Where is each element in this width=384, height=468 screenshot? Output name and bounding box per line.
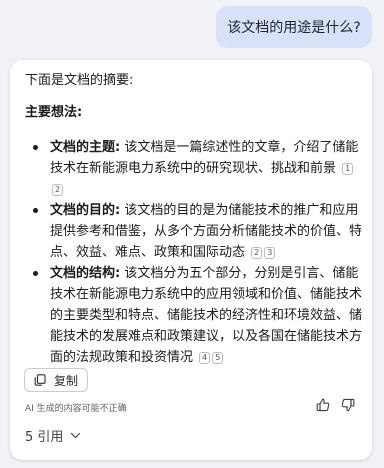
- chevron-down-icon: [71, 432, 81, 439]
- copy-icon: [34, 374, 46, 386]
- answer-heading: 主要想法:: [25, 105, 83, 120]
- bullet-dot: [33, 145, 38, 150]
- citation-marker[interactable]: 3: [264, 247, 276, 259]
- citation-marker[interactable]: 2: [52, 184, 64, 196]
- ai-disclaimer: AI 生成的内容可能不正确: [25, 404, 127, 414]
- summary-item-purpose: 文档的目的: 该文档的目的是为储能技术的推广和应用提供参考和借鉴，从多个方面分析…: [25, 200, 365, 263]
- user-message-text: 该文档的用途是什么?: [227, 20, 361, 36]
- summary-item-topic: 文档的主题: 该文档是一篇综述性的文章，介绍了储能技术在新能源电力系统中的研究现…: [25, 137, 365, 200]
- citation-marker[interactable]: 5: [212, 352, 224, 364]
- bullet-dot: [33, 271, 38, 276]
- answer-intro: 下面是文档的摘要:: [25, 73, 134, 88]
- citation-marker[interactable]: 1: [342, 163, 354, 175]
- summary-item-structure: 文档的结构: 该文档分为五个部分，分别是引言、储能技术在新能源电力系统中的应用领…: [25, 263, 365, 368]
- summary-list: 文档的主题: 该文档是一篇综述性的文章，介绍了储能技术在新能源电力系统中的研究现…: [25, 137, 365, 368]
- references-label: 5 引用: [25, 430, 64, 445]
- thumb-up-icon[interactable]: [315, 397, 331, 413]
- summary-item-label: 文档的目的:: [50, 203, 121, 218]
- user-message-bubble: 该文档的用途是什么?: [216, 6, 372, 48]
- summary-item-label: 文档的主题:: [50, 140, 121, 155]
- references-toggle[interactable]: 5 引用: [25, 426, 81, 445]
- copy-button[interactable]: 复制: [24, 368, 88, 392]
- bullet-dot: [33, 208, 38, 213]
- thumb-down-icon[interactable]: [340, 397, 356, 413]
- summary-item-label: 文档的结构:: [50, 266, 121, 281]
- copy-button-label: 复制: [54, 373, 79, 388]
- citation-marker[interactable]: 4: [199, 352, 211, 364]
- citation-marker[interactable]: 2: [251, 247, 263, 259]
- answer-card: 下面是文档的摘要: 主要想法: 文档的主题: 该文档是一篇综述性的文章，介绍了储…: [10, 60, 372, 460]
